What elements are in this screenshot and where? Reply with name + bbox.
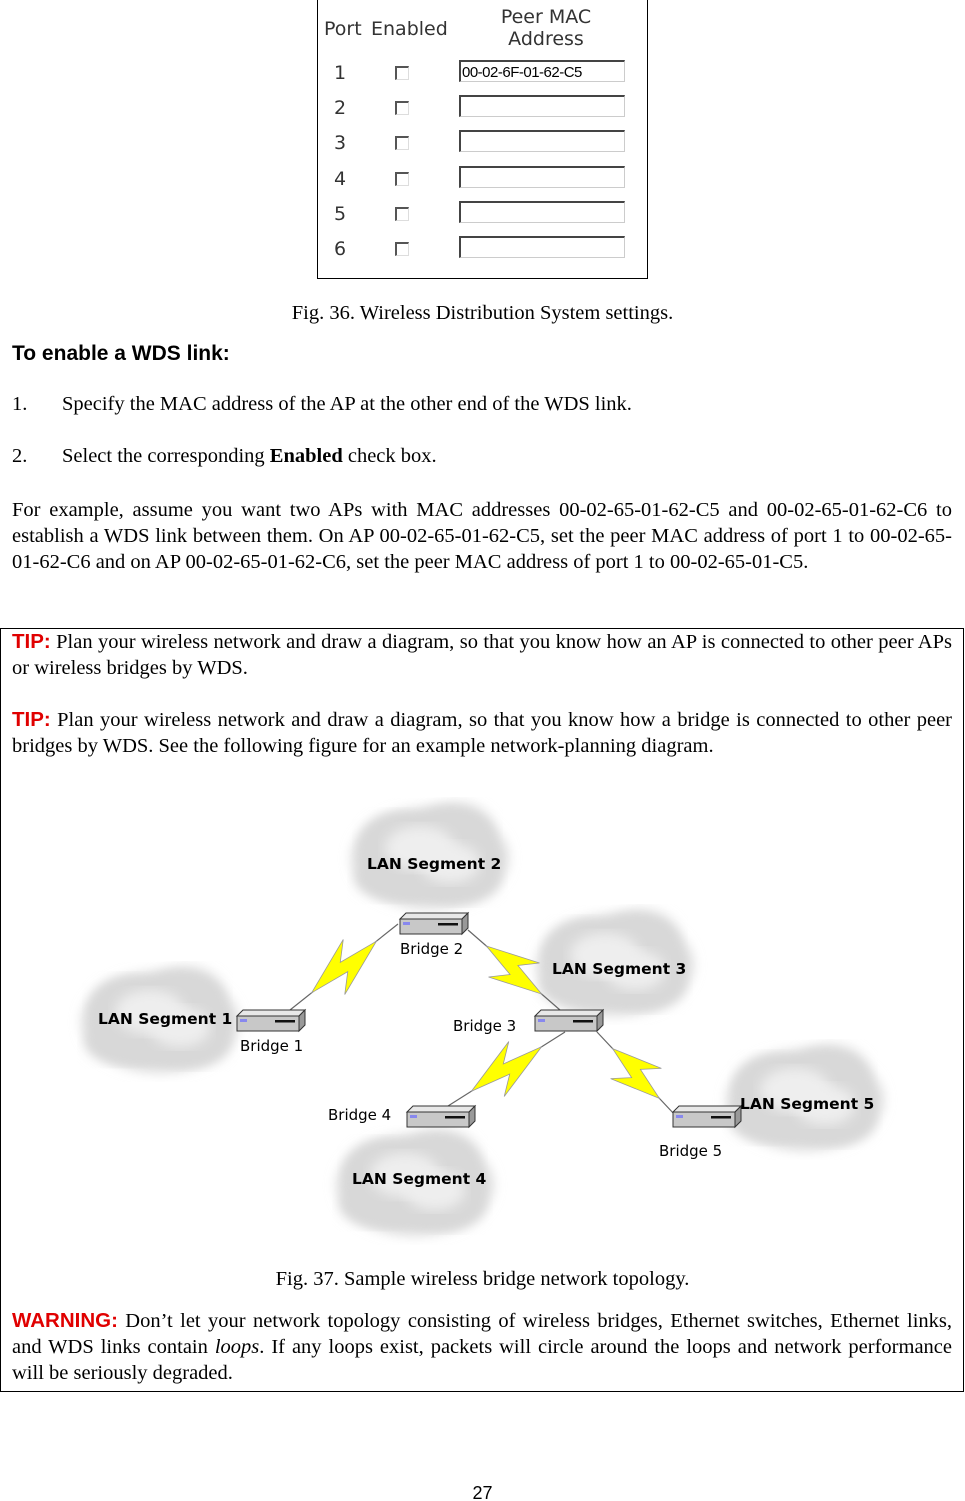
bridge-label: Bridge 2: [400, 940, 463, 958]
lan-segment-label: LAN Segment 4: [352, 1170, 487, 1188]
wds-link: [447, 1031, 566, 1107]
lan-segment-label: LAN Segment 2: [367, 855, 501, 873]
lightning-bolt-icon: [485, 945, 543, 995]
lan-segment-label: LAN Segment 5: [740, 1095, 874, 1113]
warning-italic: loops: [214, 1336, 260, 1358]
lightning-bolt-icon: [310, 939, 378, 995]
warning-label: WARNING:: [12, 1309, 118, 1332]
bridge-label: Bridge 5: [659, 1142, 722, 1160]
page-number: 27: [472, 1483, 493, 1501]
bridge-label: Bridge 3: [453, 1017, 516, 1035]
bridge-device-icon: [405, 1104, 477, 1129]
lan-segment-label: LAN Segment 3: [552, 960, 686, 978]
lightning-bolt-icon: [471, 1041, 542, 1097]
document-page: Port Enabled Peer MAC Address 1 00-02-6F…: [0, 0, 965, 1501]
bridge-device-icon: [398, 911, 470, 936]
lightning-bolt-icon: [610, 1047, 662, 1100]
bridge-label: Bridge 4: [328, 1106, 391, 1124]
warning: WARNING: Don’t let your network topology…: [12, 1308, 952, 1386]
bridge-device-icon: [533, 1008, 605, 1033]
bridge-label: Bridge 1: [240, 1037, 303, 1055]
fig37-caption: Fig. 37. Sample wireless bridge network …: [275, 1268, 690, 1290]
wds-link: [289, 923, 399, 1011]
bridge-device-icon: [235, 1008, 307, 1033]
lan-segment-label: LAN Segment 1: [98, 1010, 232, 1028]
wds-link: [596, 1031, 676, 1116]
bridge-device-icon: [671, 1104, 743, 1129]
